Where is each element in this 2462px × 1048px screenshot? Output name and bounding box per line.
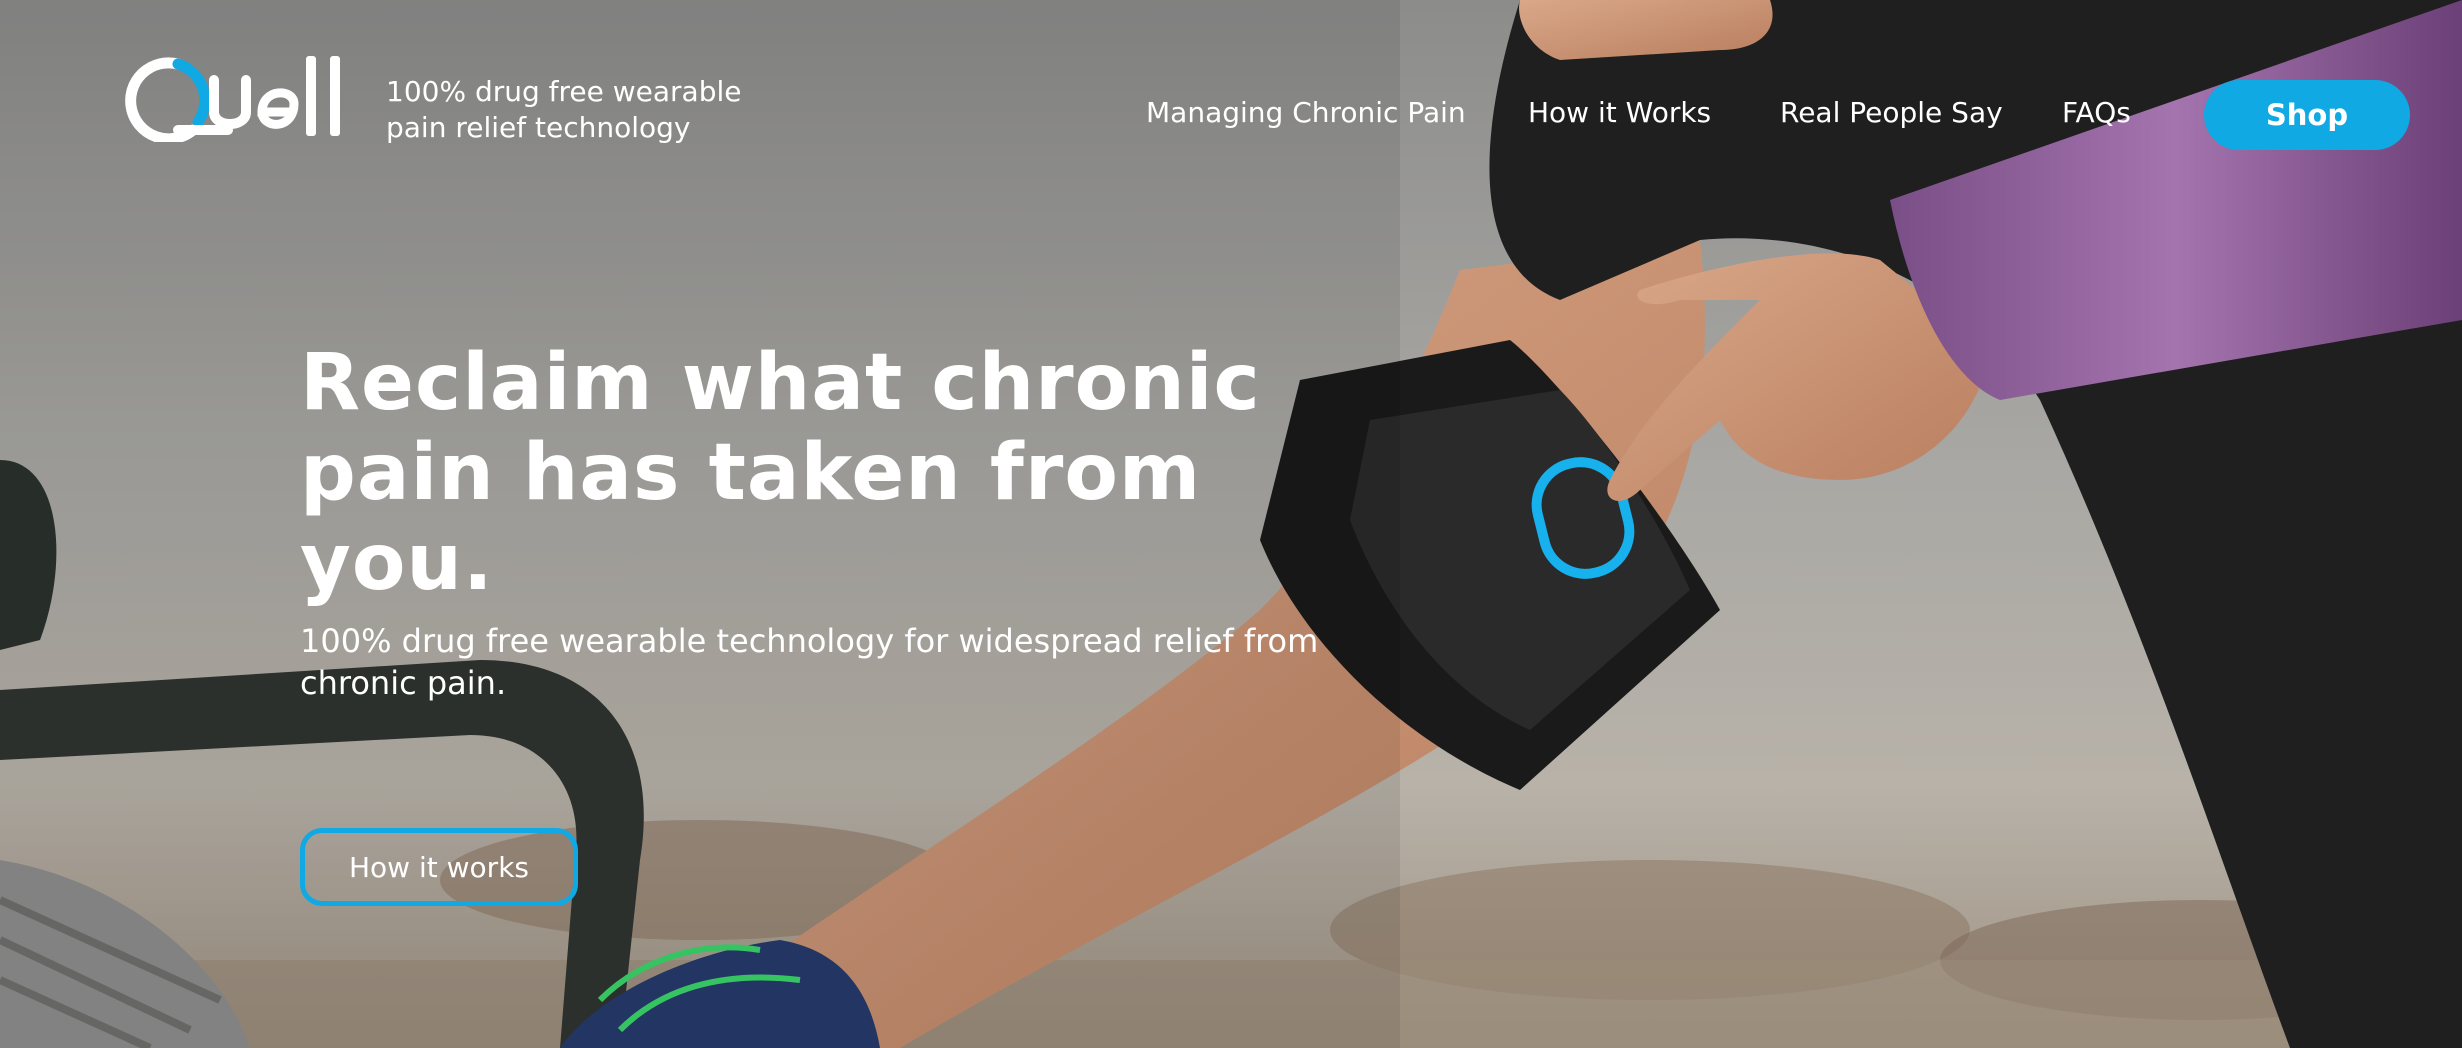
- nav-link-real-people-say[interactable]: Real People Say: [1780, 96, 2003, 129]
- shop-button[interactable]: Shop: [2204, 80, 2410, 150]
- nav-link-faqs[interactable]: FAQs: [2062, 96, 2131, 129]
- headline-line-1: Reclaim what chronic: [300, 338, 1261, 428]
- nav-link-managing-chronic-pain[interactable]: Managing Chronic Pain: [1146, 96, 1466, 129]
- nav-link-how-it-works[interactable]: How it Works: [1528, 96, 1711, 129]
- tagline-line-1: 100% drug free wearable: [386, 75, 742, 108]
- hero-subheading: 100% drug free wearable technology for w…: [300, 622, 1319, 702]
- hero-headline: Reclaim what chronic pain has taken from…: [300, 338, 1400, 608]
- quell-logo[interactable]: [118, 52, 358, 142]
- headline-line-2: pain has taken from you.: [300, 428, 1202, 608]
- brand-tagline: 100% drug free wearable pain relief tech…: [386, 74, 766, 146]
- hero-section: 100% drug free wearable pain relief tech…: [0, 0, 2462, 1048]
- tagline-line-2: pain relief technology: [386, 111, 691, 144]
- how-it-works-button[interactable]: How it works: [300, 828, 578, 906]
